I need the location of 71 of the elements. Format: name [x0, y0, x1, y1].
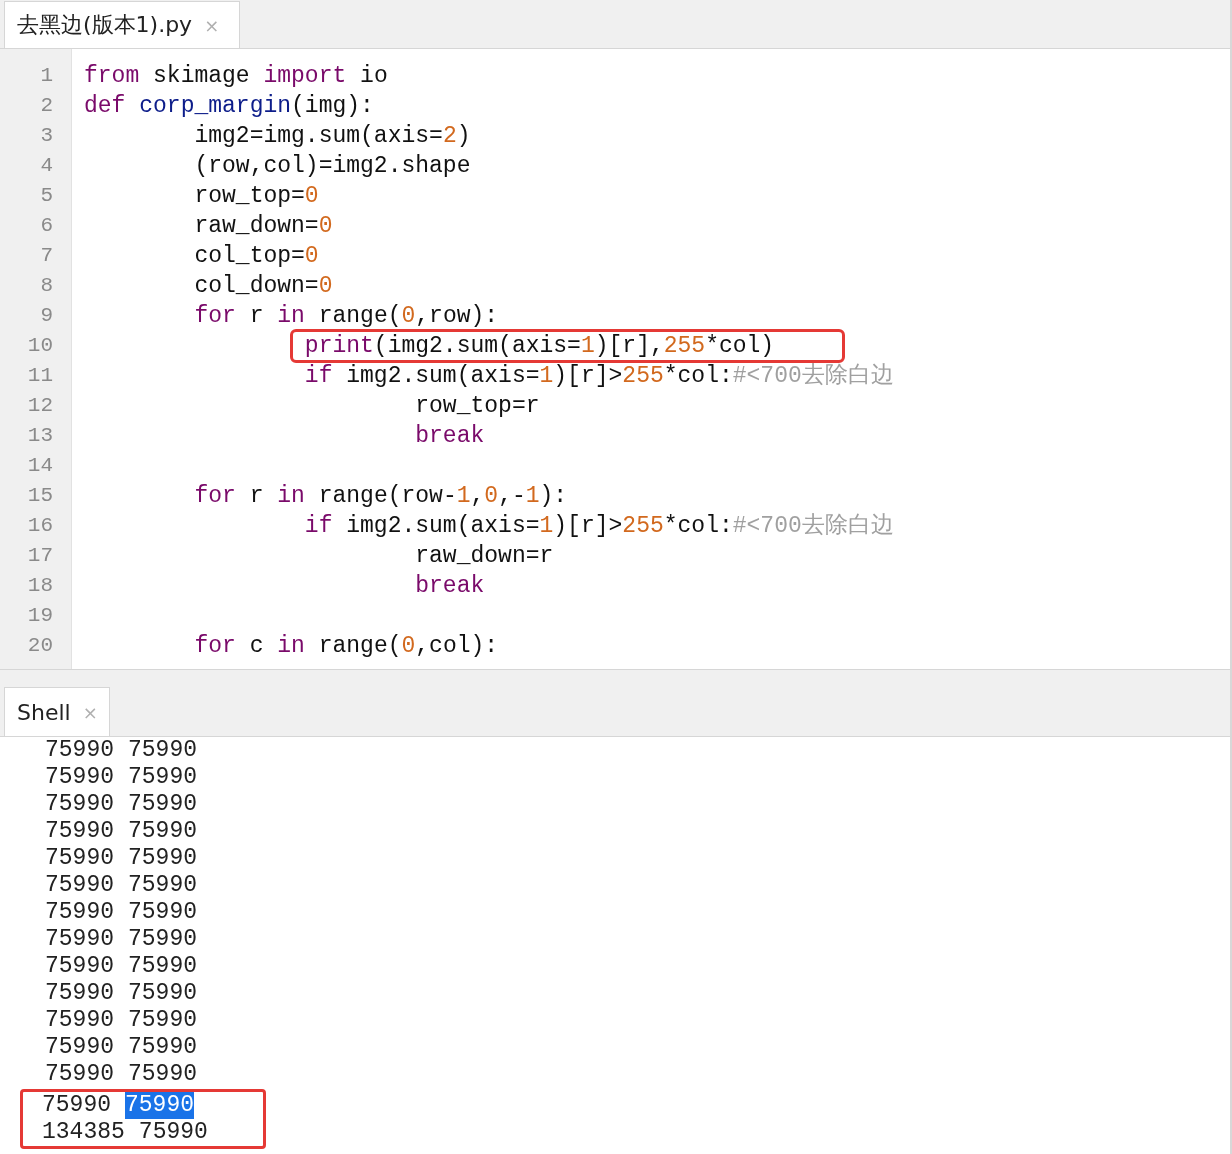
code-line: (row,col)=img2.shape: [194, 153, 471, 179]
line-number: 3: [39, 123, 54, 149]
output-value: 75990: [128, 764, 198, 791]
output-value: 75990: [128, 818, 198, 845]
output-value: 75990: [128, 926, 198, 953]
line-number: 14: [26, 453, 54, 479]
output-value: 75990: [45, 899, 114, 926]
shell-tab[interactable]: Shell ×: [4, 687, 110, 736]
output-value: 75990: [45, 980, 114, 1007]
shell-output[interactable]: 75990 75990 75990 75990 75990 75990 75990 75990 75990 75990 75990 75990 75990 75990 75990 75990 75990 75990 75990 75990 75990 75990 75990 75990 75990 75990 75990 75990 134385 75990: [0, 737, 1230, 1154]
output-value: 75990: [128, 872, 198, 899]
line-number: 7: [39, 243, 54, 269]
output-value: 134385: [42, 1119, 125, 1146]
output-value: 75990: [45, 737, 114, 764]
line-number: 2: [39, 93, 54, 119]
code-line: break: [415, 423, 485, 449]
output-value: 75990: [45, 1061, 114, 1088]
output-value: 75990: [138, 1119, 208, 1146]
line-number: 16: [26, 513, 54, 539]
output-value: 75990: [128, 899, 198, 926]
output-value: 75990: [128, 737, 198, 764]
line-number: 8: [39, 273, 54, 299]
line-number: 19: [26, 603, 54, 629]
line-number: 12: [26, 393, 54, 419]
output-value: 75990: [45, 791, 114, 818]
code-line: break: [415, 573, 485, 599]
line-number: 10: [26, 333, 54, 359]
output-value: 75990: [128, 1034, 198, 1061]
line-number: 4: [39, 153, 54, 179]
code-line: for c in range(0,col):: [194, 633, 499, 659]
output-value: 75990: [45, 872, 114, 899]
output-value: 75990: [45, 764, 114, 791]
code-line: if img2.sum(axis=1)[r]>255*col:#<700去除白边: [304, 513, 894, 539]
output-value: 75990: [128, 1061, 198, 1088]
code-line: for r in range(0,row):: [194, 303, 499, 329]
highlighted-code-line: print(img2.sum(axis=1)[r],255*col): [292, 332, 843, 360]
output-value: 75990: [45, 845, 114, 872]
output-value: 75990: [45, 818, 114, 845]
output-value: 75990: [45, 953, 114, 980]
output-value: 75990: [45, 926, 114, 953]
output-value: 75990: [42, 1092, 111, 1119]
code-line: raw_down=0: [194, 213, 333, 239]
code-line: col_down=0: [194, 273, 333, 299]
line-number: 9: [39, 303, 54, 329]
code-line: if img2.sum(axis=1)[r]>255*col:#<700去除白边: [304, 363, 894, 389]
line-number: 6: [39, 213, 54, 239]
output-value: 75990: [128, 791, 198, 818]
line-number: 5: [39, 183, 54, 209]
output-value: 75990: [125, 1092, 195, 1119]
output-value: 75990: [45, 1034, 114, 1061]
line-number: 15: [26, 483, 54, 509]
line-number: 20: [26, 633, 54, 659]
line-number: 11: [26, 363, 54, 389]
line-number: 18: [26, 573, 54, 599]
code-line: row_top=r: [415, 393, 540, 419]
output-value: 75990: [128, 845, 198, 872]
line-number: 1: [39, 63, 54, 89]
file-tab[interactable]: 去黑边(版本1).py ×: [4, 1, 240, 48]
output-value: 75990: [128, 980, 198, 1007]
code-line: col_top=0: [194, 243, 319, 269]
code-line: img2=img.sum(axis=2): [194, 123, 471, 149]
output-value: 75990: [128, 953, 198, 980]
code-line: row_top=0: [194, 183, 319, 209]
code-line: for r in range(row-1,0,-1):: [194, 483, 568, 509]
output-value: 75990: [128, 1007, 198, 1034]
line-number: 13: [26, 423, 54, 449]
code-line: from skimage import io: [84, 63, 388, 89]
line-number: 17: [26, 543, 54, 569]
output-value: 75990: [45, 1007, 114, 1034]
code-line: def corp_margin(img):: [84, 93, 374, 119]
code-line: raw_down=r: [415, 543, 554, 569]
